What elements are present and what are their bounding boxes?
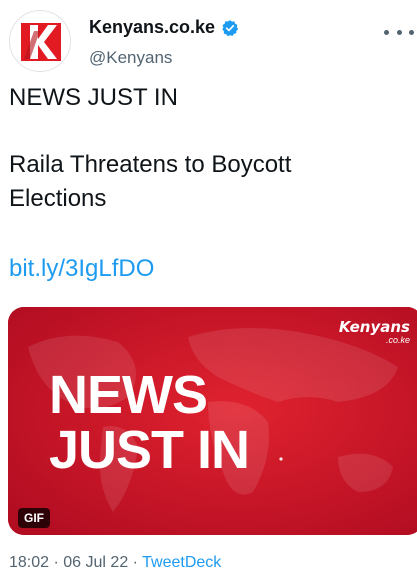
tweet-meta: 18:02 · 06 Jul 22 · TweetDeck [9, 554, 221, 572]
gif-badge: GIF [18, 508, 50, 528]
tweet-text-line: NEWS JUST IN [9, 84, 178, 111]
verified-badge-icon [222, 19, 239, 36]
tweet-header: Kenyans.co.ke @Kenyans [0, 0, 417, 82]
media-headline: NEWS [49, 365, 208, 425]
dot [409, 29, 414, 35]
tweet-date[interactable]: 06 Jul 22 [63, 554, 128, 571]
tweet-link[interactable]: bit.ly/3IgLfDO [9, 252, 154, 285]
kenyans-brand-logo: Kenyans .co.ke [338, 319, 410, 347]
meta-separator: · [132, 554, 138, 571]
more-options-icon[interactable] [384, 20, 414, 44]
dot [396, 29, 402, 35]
tweet-text-line: Elections [9, 185, 107, 212]
tweet-media-gif[interactable]: Kenyans .co.ke NEWS JUST IN GIF [8, 307, 417, 535]
handle[interactable]: @Kenyans [89, 48, 172, 68]
avatar[interactable] [9, 10, 71, 72]
tweet-text-line: Raila Threatens to Boycott [9, 151, 292, 178]
brand-name: Kenyans [338, 318, 410, 336]
brand-sub: .co.ke [385, 335, 410, 345]
meta-separator: · [53, 554, 59, 571]
tweet-client[interactable]: TweetDeck [142, 554, 221, 571]
media-headline: JUST IN [49, 420, 250, 480]
dot [384, 29, 389, 35]
kenyans-logo-icon [11, 12, 70, 71]
display-name[interactable]: Kenyans.co.ke [89, 17, 215, 38]
tweet-time[interactable]: 18:02 [9, 554, 49, 571]
